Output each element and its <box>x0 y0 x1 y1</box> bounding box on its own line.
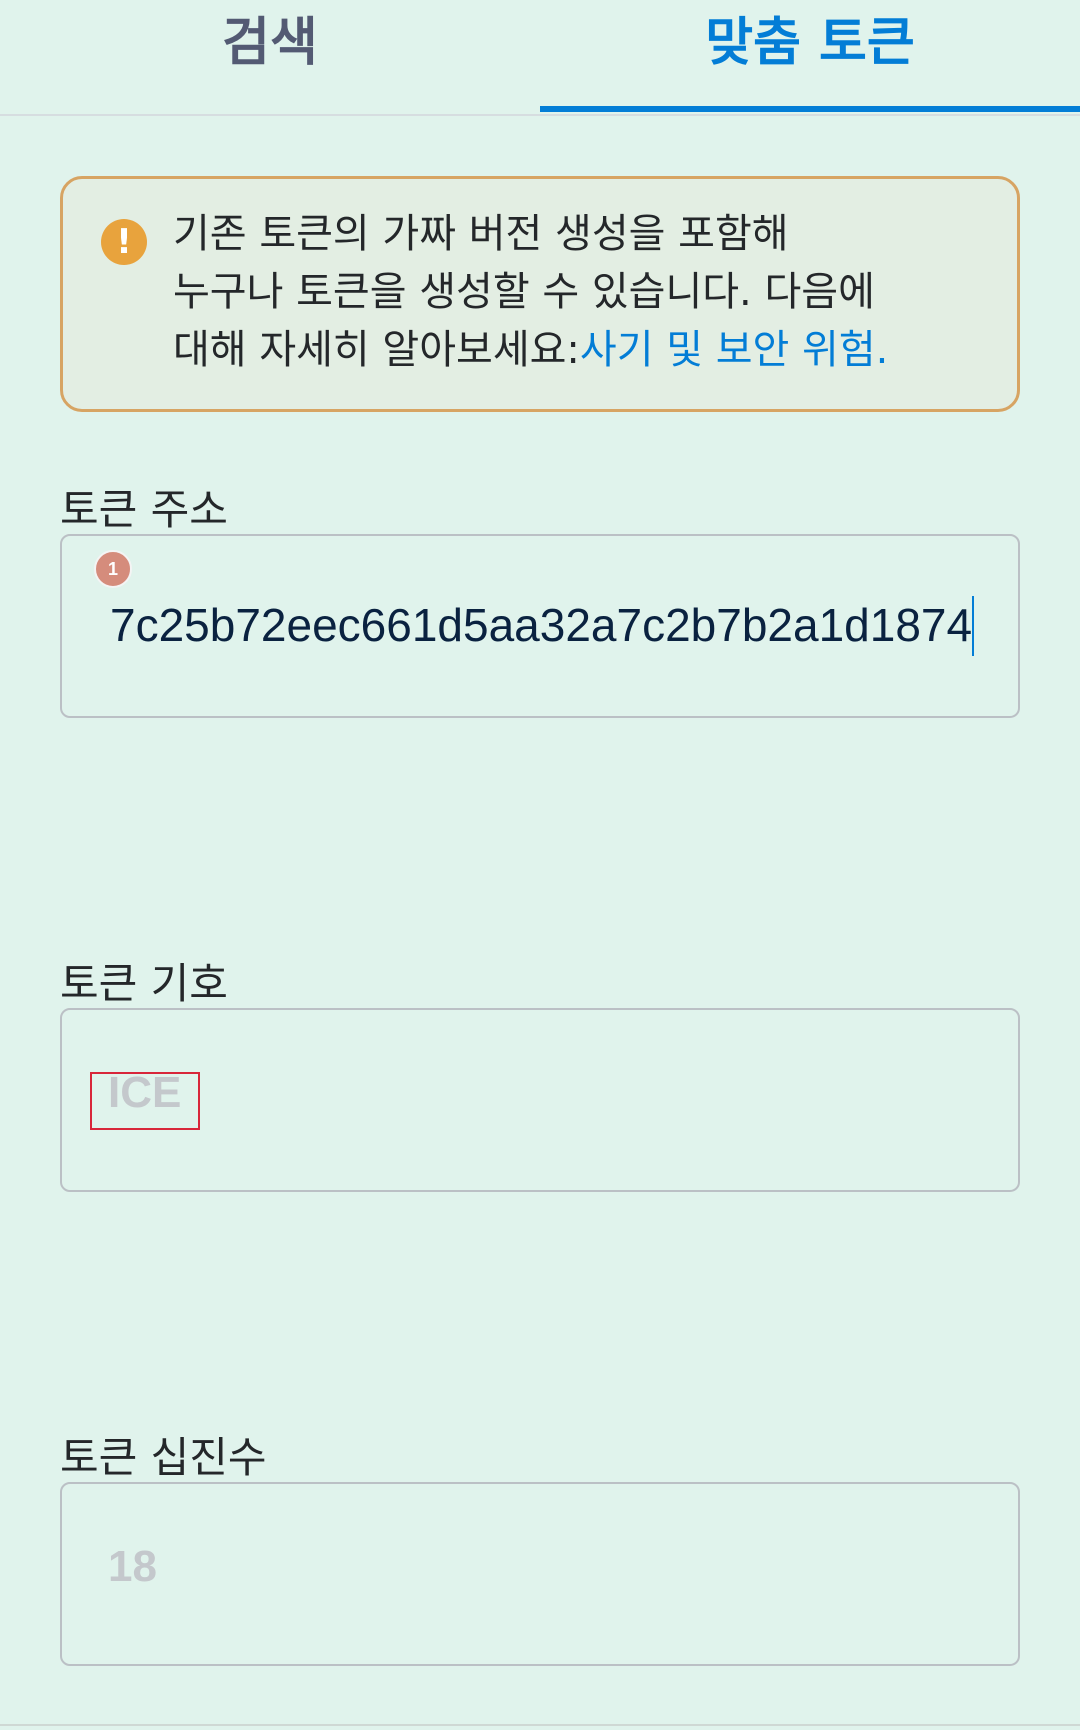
token-symbol-label: 토큰 기호 <box>60 959 228 1008</box>
exclamation-circle-icon: ! <box>101 219 147 265</box>
warning-line-2: 누구나 토큰을 생성할 수 있습니다. 다음에 <box>173 269 875 315</box>
token-address-text: 7c25b72eec661d5aa32a7c2b7b2a1d1874 <box>110 599 973 651</box>
token-address-value: 7c25b72eec661d5aa32a7c2b7b2a1d1874 <box>110 598 980 652</box>
tab-search-label: 검색 <box>222 12 318 73</box>
warning-line-3-text: 대해 자세히 알아보세요: <box>173 327 580 373</box>
highlight-box <box>90 1072 200 1130</box>
tab-bar: 검색 맞춤 토큰 <box>0 0 1080 116</box>
warning-line-3: 대해 자세히 알아보세요:사기 및 보안 위험. <box>173 321 993 379</box>
bottom-divider <box>0 1724 1080 1726</box>
scam-warning-banner: ! 기존 토큰의 가짜 버전 생성을 포함해 누구나 토큰을 생성할 수 있습니… <box>60 176 1020 412</box>
tab-custom-token-label: 맞춤 토큰 <box>705 12 915 73</box>
scam-risks-link[interactable]: 사기 및 보안 위험. <box>580 327 888 373</box>
token-decimals-label: 토큰 십진수 <box>60 1433 267 1482</box>
warning-line-1: 기존 토큰의 가짜 버전 생성을 포함해 <box>173 211 789 257</box>
token-symbol-input[interactable]: ICE <box>60 1008 1020 1192</box>
active-tab-indicator <box>540 106 1080 112</box>
tab-custom-token[interactable]: 맞춤 토큰 <box>540 0 1080 114</box>
token-decimals-placeholder: 18 <box>108 1542 157 1591</box>
warning-message: 기존 토큰의 가짜 버전 생성을 포함해 누구나 토큰을 생성할 수 있습니다.… <box>173 205 993 379</box>
error-badge: 1 <box>94 550 132 588</box>
token-address-label: 토큰 주소 <box>60 485 228 534</box>
token-decimals-input[interactable]: 18 <box>60 1482 1020 1666</box>
token-address-input[interactable]: 1 7c25b72eec661d5aa32a7c2b7b2a1d1874 <box>60 534 1020 718</box>
tab-search[interactable]: 검색 <box>0 0 540 114</box>
text-caret <box>972 596 974 656</box>
